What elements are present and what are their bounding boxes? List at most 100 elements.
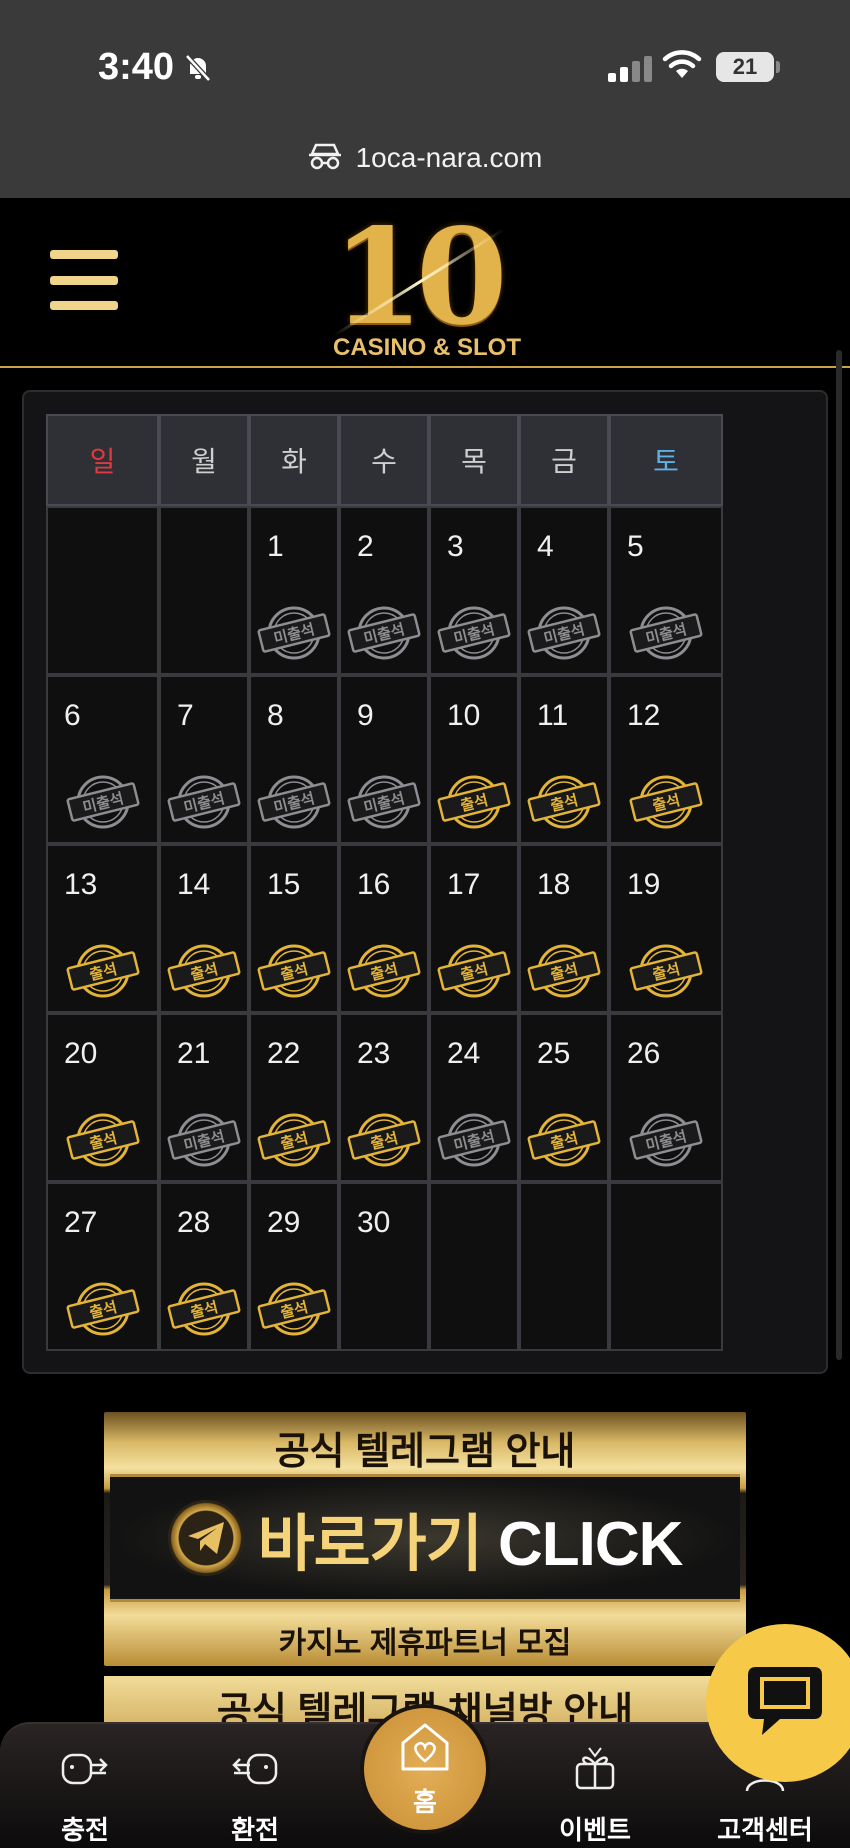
nav-withdraw-label: 환전: [231, 1815, 279, 1845]
weekday-header: 화: [249, 414, 339, 506]
day-number: 20: [64, 1037, 98, 1070]
calendar-day-cell[interactable]: 17 출석: [429, 844, 519, 1013]
calendar-day-cell[interactable]: 10 출석: [429, 675, 519, 844]
nav-support-label: 고객센터: [717, 1815, 813, 1845]
live-chat-button[interactable]: [706, 1624, 850, 1782]
attended-stamp-icon: 출석: [628, 942, 704, 1000]
calendar-day-cell[interactable]: 29 출석: [249, 1182, 339, 1351]
absent-stamp-icon: 미출석: [346, 604, 422, 662]
nav-deposit[interactable]: 충전: [10, 1740, 160, 1847]
calendar-day-cell[interactable]: 27 출석: [46, 1182, 159, 1351]
attended-stamp-icon: 출석: [256, 1280, 332, 1338]
calendar-day-cell[interactable]: 21 미출석: [159, 1013, 249, 1182]
nav-event[interactable]: 이벤트: [520, 1740, 670, 1847]
calendar-day-cell[interactable]: 1 미출석: [249, 506, 339, 675]
calendar-day-cell[interactable]: 19 출석: [609, 844, 723, 1013]
privacy-icon: [308, 142, 342, 175]
day-number: 8: [267, 699, 284, 732]
calendar-week-row: 13 출석 14 출석 15 출석 16 출석 17 출석 18 출석 19 출석: [46, 844, 806, 1013]
banner-click-white: CLICK: [497, 1510, 683, 1579]
silent-bell-icon: [182, 52, 214, 89]
attended-stamp-icon: 출석: [526, 773, 602, 831]
day-number: 18: [537, 868, 571, 901]
calendar-day-cell[interactable]: 14 출석: [159, 844, 249, 1013]
day-number: 23: [357, 1037, 391, 1070]
nav-withdraw[interactable]: 환전: [180, 1740, 330, 1847]
address-bar[interactable]: 1oca-nara.com: [0, 118, 850, 198]
calendar-day-cell[interactable]: 12 출석: [609, 675, 723, 844]
banner-title: 공식 텔레그램 안내: [274, 1431, 576, 1473]
banner-click-text: 바로가기 CLICK: [257, 1493, 684, 1583]
weekday-header: 월: [159, 414, 249, 506]
day-number: 5: [627, 530, 644, 563]
calendar-day-cell[interactable]: 8 미출석: [249, 675, 339, 844]
calendar-day-cell[interactable]: 2 미출석: [339, 506, 429, 675]
calendar-day-cell[interactable]: 26 미출석: [609, 1013, 723, 1182]
calendar-day-cell[interactable]: 13 출석: [46, 844, 159, 1013]
banner-click-area[interactable]: 바로가기 CLICK: [110, 1474, 740, 1602]
calendar-day-cell[interactable]: 7 미출석: [159, 675, 249, 844]
attended-stamp-icon: 출석: [526, 942, 602, 1000]
attended-stamp-icon: 출석: [346, 1111, 422, 1169]
day-number: 24: [447, 1037, 481, 1070]
day-number: 2: [357, 530, 374, 563]
menu-bar: [50, 250, 118, 259]
calendar-day-cell[interactable]: 3 미출석: [429, 506, 519, 675]
day-number: 27: [64, 1206, 98, 1239]
site-logo[interactable]: 10 CASINO & SLOT: [310, 200, 540, 362]
calendar-day-cell[interactable]: 20 출석: [46, 1013, 159, 1182]
site-header: 10 CASINO & SLOT: [0, 198, 850, 368]
calendar-day-cell[interactable]: 11 출석: [519, 675, 609, 844]
cellular-signal-icon: [608, 56, 652, 87]
day-number: 9: [357, 699, 374, 732]
calendar-day-cell[interactable]: 15 출석: [249, 844, 339, 1013]
menu-bar: [50, 301, 118, 310]
absent-stamp-icon: 미출석: [166, 1111, 242, 1169]
page-scrollbar[interactable]: [836, 350, 842, 1360]
calendar-week-row: 20 출석 21 미출석 22 출석 23 출석 24 미출석 25 출석 26 미출석: [46, 1013, 806, 1182]
day-number: 26: [627, 1037, 661, 1070]
attended-stamp-icon: 출석: [65, 942, 141, 1000]
day-number: 12: [627, 699, 661, 732]
attended-stamp-icon: 출석: [65, 1111, 141, 1169]
calendar-day-cell[interactable]: 23 출석: [339, 1013, 429, 1182]
attended-stamp-icon: 출석: [256, 1111, 332, 1169]
weekday-header: 토: [609, 414, 723, 506]
attendance-calendar: 일월화수목금토 1 미출석 2 미출석 3 미출석 4 미출석 5 미출석 6 미출석 7 미출석 8 미출석…: [22, 390, 828, 1374]
attended-stamp-icon: 출석: [526, 1111, 602, 1169]
banner-click-gold: 바로가기: [257, 1510, 483, 1579]
calendar-day-cell[interactable]: 28 출석: [159, 1182, 249, 1351]
calendar-day-cell[interactable]: 5 미출석: [609, 506, 723, 675]
day-number: 1: [267, 530, 284, 563]
attended-stamp-icon: 출석: [436, 942, 512, 1000]
hamburger-menu-button[interactable]: [50, 250, 118, 310]
day-number: 28: [177, 1206, 211, 1239]
nav-deposit-label: 충전: [61, 1815, 109, 1845]
nav-home-button[interactable]: 홈: [360, 1704, 490, 1834]
day-number: 21: [177, 1037, 211, 1070]
day-number: 30: [357, 1206, 391, 1239]
calendar-day-cell[interactable]: 24 미출석: [429, 1013, 519, 1182]
calendar-day-cell[interactable]: 9 미출석: [339, 675, 429, 844]
day-number: 14: [177, 868, 211, 901]
url-text: 1oca-nara.com: [355, 142, 543, 173]
absent-stamp-icon: 미출석: [65, 773, 141, 831]
calendar-day-cell[interactable]: 18 출석: [519, 844, 609, 1013]
calendar-weekday-row: 일월화수목금토: [46, 414, 806, 506]
attended-stamp-icon: 출석: [436, 773, 512, 831]
calendar-day-cell[interactable]: 22 출석: [249, 1013, 339, 1182]
telegram-banner[interactable]: 공식 텔레그램 안내 바로가기 CLICK 카지노 제휴파트너 모집: [104, 1412, 746, 1666]
day-number: 6: [64, 699, 81, 732]
absent-stamp-icon: 미출석: [526, 604, 602, 662]
day-number: 3: [447, 530, 464, 563]
weekday-header: 목: [429, 414, 519, 506]
logo-subtitle: CASINO & SLOT: [332, 334, 521, 361]
calendar-day-cell[interactable]: 6 미출석: [46, 675, 159, 844]
calendar-day-cell[interactable]: 25 출석: [519, 1013, 609, 1182]
calendar-day-cell[interactable]: 4 미출석: [519, 506, 609, 675]
calendar-day-cell[interactable]: 16 출석: [339, 844, 429, 1013]
day-number: 16: [357, 868, 391, 901]
gift-icon: [520, 1740, 670, 1796]
calendar-day-cell[interactable]: 30: [339, 1182, 429, 1351]
deposit-icon: [10, 1740, 160, 1796]
